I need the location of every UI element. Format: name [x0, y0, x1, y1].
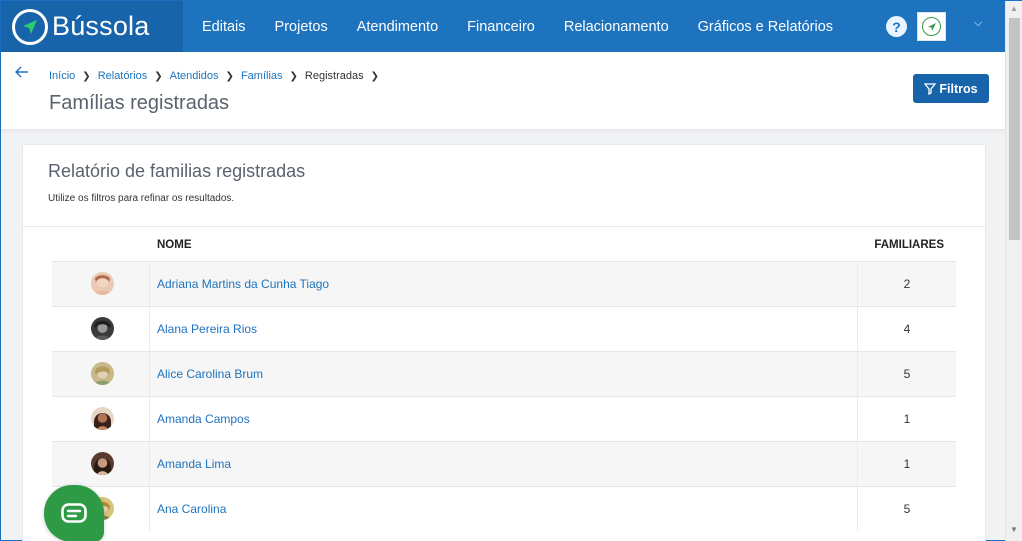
filter-button[interactable]: Filtros	[913, 74, 989, 103]
brand-name: Bússola	[52, 11, 150, 41]
table-row[interactable]: Ana Carolina 5	[52, 486, 956, 531]
family-name-link[interactable]: Amanda Lima	[157, 457, 231, 471]
page-title: Famílias registradas	[49, 92, 230, 114]
familiares-count: 1	[903, 412, 911, 426]
top-navbar: Bússola Editais Projetos Atendimento Fin…	[1, 1, 1005, 52]
table-header: NOME FAMILIARES	[52, 227, 956, 261]
scroll-thumb[interactable]	[1009, 18, 1020, 240]
nav-item-relacionamento[interactable]: Relacionamento	[564, 19, 669, 35]
avatar	[91, 317, 114, 340]
family-name-link[interactable]: Adriana Martins da Cunha Tiago	[157, 277, 329, 291]
nav-item-financeiro[interactable]: Financeiro	[467, 19, 535, 35]
column-header-name[interactable]: NOME	[157, 239, 192, 251]
table-row[interactable]: Alice Carolina Brum 5	[52, 351, 956, 396]
back-arrow-icon[interactable]	[15, 65, 29, 83]
breadcrumb-relatorios[interactable]: Relatórios	[98, 70, 148, 82]
help-icon[interactable]: ?	[886, 16, 907, 37]
compass-avatar-icon	[922, 17, 941, 36]
breadcrumb-registradas: Registradas	[304, 70, 364, 82]
familiares-count: 5	[903, 367, 911, 381]
avatar	[91, 272, 114, 295]
family-name-link[interactable]: Alice Carolina Brum	[157, 367, 263, 381]
nav-item-atendimento[interactable]: Atendimento	[357, 19, 438, 35]
brand[interactable]: Bússola	[1, 1, 183, 52]
report-title: Relatório de familias registradas	[48, 161, 306, 181]
chevron-down-icon[interactable]: ⌵	[974, 17, 982, 30]
breadcrumb-chevron-icon: ❯	[289, 70, 298, 82]
chat-icon	[61, 502, 87, 523]
breadcrumb-atendidos[interactable]: Atendidos	[170, 70, 219, 82]
table-row[interactable]: Adriana Martins da Cunha Tiago 2	[52, 261, 956, 306]
filter-icon	[924, 82, 937, 95]
filter-button-label: Filtros	[939, 81, 978, 96]
chat-button[interactable]	[44, 485, 104, 541]
familiares-count: 5	[903, 502, 911, 516]
table-row[interactable]: Amanda Campos 1	[52, 396, 956, 441]
breadcrumb-chevron-icon: ❯	[370, 70, 379, 82]
nav-item-projetos[interactable]: Projetos	[275, 19, 328, 35]
scroll-down-arrow-icon[interactable]: ▼	[1010, 525, 1018, 534]
family-name-link[interactable]: Ana Carolina	[157, 502, 226, 516]
report-card: Relatório de familias registradas Utiliz…	[22, 144, 986, 541]
family-name-link[interactable]: Amanda Campos	[157, 412, 250, 426]
main-nav: Editais Projetos Atendimento Financeiro …	[202, 19, 862, 35]
family-name-link[interactable]: Alana Pereira Rios	[157, 322, 257, 336]
avatar	[91, 407, 114, 430]
breadcrumb: Início ❯ Relatórios ❯ Atendidos ❯ Famíli…	[49, 70, 386, 82]
breadcrumb-chevron-icon: ❯	[225, 70, 234, 82]
breadcrumb-inicio[interactable]: Início	[49, 70, 75, 82]
familiares-count: 1	[903, 457, 911, 471]
nav-item-editais[interactable]: Editais	[202, 19, 246, 35]
familiares-count: 4	[903, 322, 911, 336]
familiares-count: 2	[903, 277, 911, 291]
breadcrumb-chevron-icon: ❯	[154, 70, 163, 82]
families-table: NOME FAMILIARES Adriana Martins da Cunha…	[52, 227, 956, 531]
breadcrumb-chevron-icon: ❯	[82, 70, 91, 82]
table-row[interactable]: Alana Pereira Rios 4	[52, 306, 956, 351]
table-row[interactable]: Amanda Lima 1	[52, 441, 956, 486]
page-header: Início ❯ Relatórios ❯ Atendidos ❯ Famíli…	[1, 52, 1005, 130]
report-subtitle: Utilize os filtros para refinar os resul…	[48, 193, 235, 204]
user-avatar[interactable]	[917, 12, 946, 41]
nav-item-graficos-relatorios[interactable]: Gráficos e Relatórios	[698, 19, 833, 35]
scroll-up-arrow-icon[interactable]: ▲	[1010, 4, 1018, 13]
compass-logo-icon	[12, 8, 48, 45]
column-header-familiares[interactable]: FAMILIARES	[874, 239, 944, 251]
avatar	[91, 362, 114, 385]
report-card-header: Relatório de familias registradas Utiliz…	[23, 145, 985, 227]
breadcrumb-familias[interactable]: Famílias	[241, 70, 283, 82]
page-scrollbar[interactable]: ▲ ▼	[1005, 1, 1022, 541]
avatar	[91, 452, 114, 475]
